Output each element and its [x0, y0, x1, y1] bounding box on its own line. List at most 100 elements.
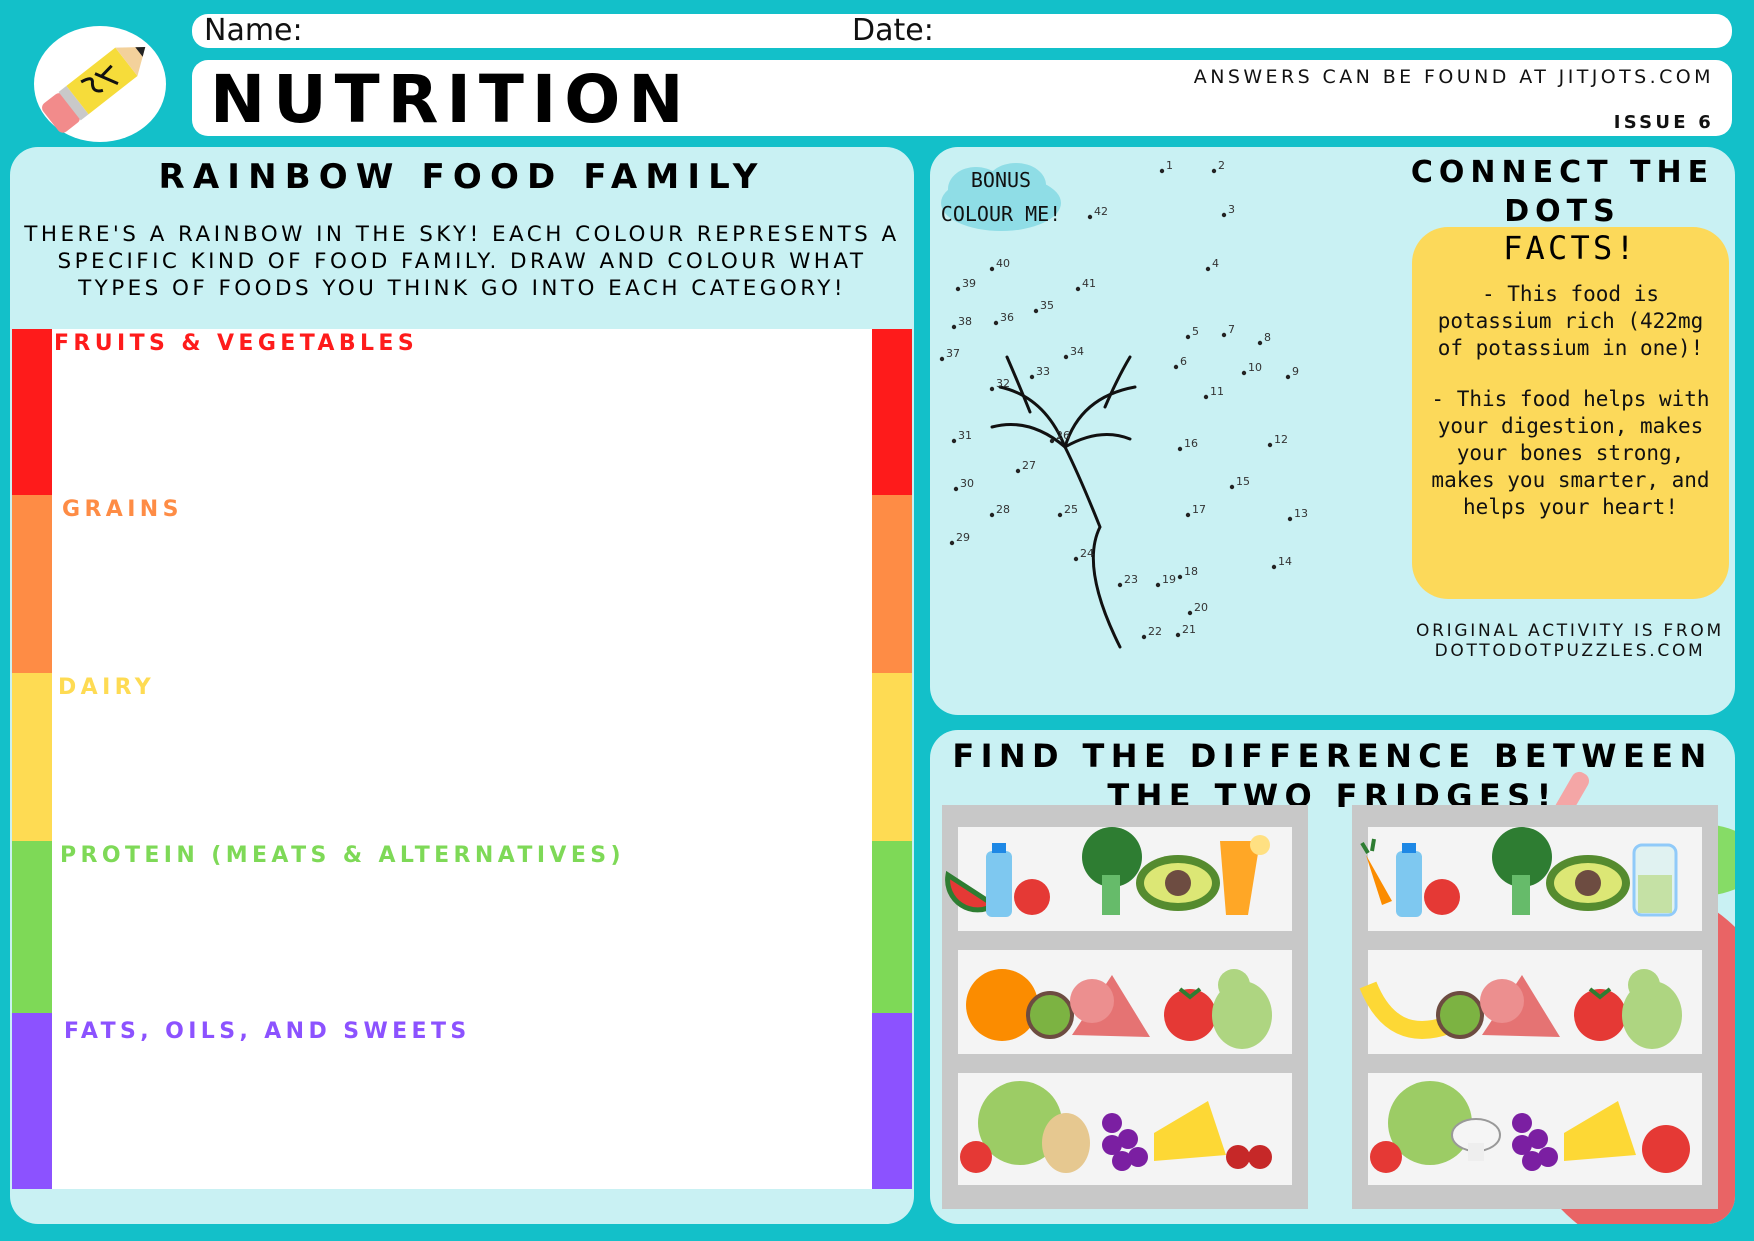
dot-17[interactable] — [1185, 512, 1191, 518]
dot-41[interactable] — [1075, 286, 1081, 292]
dot-number-17: 17 — [1192, 503, 1206, 516]
category-grains: GRAINS — [62, 497, 183, 522]
dot-23[interactable] — [1117, 582, 1123, 588]
dot-3[interactable] — [1221, 212, 1227, 218]
grains-band-right — [872, 495, 912, 673]
water-bottle-icon — [1396, 843, 1422, 917]
find-the-difference-panel: FIND THE DIFFERENCE BETWEEN THE TWO FRID… — [930, 730, 1735, 1224]
dot-19[interactable] — [1155, 582, 1161, 588]
dot-number-20: 20 — [1194, 601, 1208, 614]
banana-icon — [1359, 981, 1452, 1039]
grapes-icon — [1102, 1113, 1148, 1171]
dot-20[interactable] — [1187, 610, 1193, 616]
dot-40[interactable] — [989, 266, 995, 272]
dot-25[interactable] — [1057, 512, 1063, 518]
dot-36[interactable] — [993, 320, 999, 326]
dot-number-25: 25 — [1064, 503, 1078, 516]
dot-18[interactable] — [1177, 574, 1183, 580]
dot-number-14: 14 — [1278, 555, 1292, 568]
rainbow-description: THERE'S A RAINBOW IN THE SKY! EACH COLOU… — [24, 222, 900, 301]
dot-number-18: 18 — [1184, 565, 1198, 578]
facts-box: FACTS! - This food is potassium rich (42… — [1412, 227, 1729, 599]
dot-10[interactable] — [1241, 370, 1247, 376]
dot-1[interactable] — [1159, 168, 1165, 174]
fact-potassium: - This food is potassium rich (422mg of … — [1437, 282, 1704, 360]
dot-27[interactable] — [1015, 468, 1021, 474]
dot-16[interactable] — [1177, 446, 1183, 452]
connect-the-dots-panel: 1 2 3 4 5 6 7 8 9 10 11 12 13 14 15 16 17 18 19 20 21 22 23 24 2… — [930, 147, 1735, 715]
dot-37[interactable] — [939, 356, 945, 362]
dot-42[interactable] — [1087, 214, 1093, 220]
dot-39[interactable] — [955, 286, 961, 292]
strawberry-icon — [1424, 879, 1460, 915]
dot-24[interactable] — [1073, 556, 1079, 562]
title-bar: NUTRITION ANSWERS CAN BE FOUND AT JITJOT… — [192, 60, 1732, 138]
category-fats-oils-sweets: FATS, OILS, AND SWEETS — [64, 1019, 471, 1044]
dot-number-35: 35 — [1040, 299, 1054, 312]
dot-26[interactable] — [1049, 438, 1055, 444]
fridge-title: FIND THE DIFFERENCE BETWEEN THE TWO FRID… — [952, 737, 1713, 815]
dot-number-5: 5 — [1192, 325, 1199, 338]
dot-7[interactable] — [1221, 332, 1227, 338]
dot-number-22: 22 — [1148, 625, 1162, 638]
dot-22[interactable] — [1141, 634, 1147, 640]
dot-34[interactable] — [1063, 354, 1069, 360]
dot-number-23: 23 — [1124, 573, 1138, 586]
cherries-icon — [1226, 1145, 1272, 1169]
strawberry-icon — [960, 1141, 992, 1173]
dot-38[interactable] — [951, 324, 957, 330]
dot-8[interactable] — [1257, 340, 1263, 346]
name-date-bar: Name: Date: — [192, 14, 1732, 48]
dot-11[interactable] — [1203, 394, 1209, 400]
dot-31[interactable] — [951, 438, 957, 444]
dot-number-41: 41 — [1082, 277, 1096, 290]
dot-number-28: 28 — [996, 503, 1010, 516]
drawing-area[interactable] — [50, 329, 882, 1189]
fats-band-right — [872, 1013, 912, 1189]
dot-2[interactable] — [1211, 168, 1217, 174]
dot-number-2: 2 — [1218, 159, 1225, 172]
dot-number-32: 32 — [996, 377, 1010, 390]
broccoli-icon — [1492, 827, 1552, 915]
dot-number-16: 16 — [1184, 437, 1198, 450]
cheese-icon — [1154, 1101, 1226, 1161]
dot-4[interactable] — [1205, 266, 1211, 272]
dairy-band-left — [12, 673, 52, 841]
dot-number-10: 10 — [1248, 361, 1262, 374]
dot-number-29: 29 — [956, 531, 970, 544]
dot-number-38: 38 — [958, 315, 972, 328]
dot-number-12: 12 — [1274, 433, 1288, 446]
dot-12[interactable] — [1267, 442, 1273, 448]
dot-32[interactable] — [989, 386, 995, 392]
facts-title: FACTS! — [1503, 229, 1638, 267]
carrot-icon — [1360, 838, 1392, 905]
dot-9[interactable] — [1285, 374, 1291, 380]
dot-number-3: 3 — [1228, 203, 1235, 216]
palm-outline-icon — [990, 355, 1137, 649]
dot-35[interactable] — [1033, 308, 1039, 314]
dot-14[interactable] — [1271, 564, 1277, 570]
dot-33[interactable] — [1029, 374, 1035, 380]
ham-icon — [1480, 975, 1560, 1037]
dot-29[interactable] — [949, 540, 955, 546]
dot-28[interactable] — [989, 512, 995, 518]
category-protein: PROTEIN (MEATS & ALTERNATIVES) — [60, 843, 625, 868]
dot-15[interactable] — [1229, 484, 1235, 490]
mushroom-icon — [1451, 1118, 1501, 1161]
dot-6[interactable] — [1173, 364, 1179, 370]
pear-icon — [1622, 969, 1682, 1049]
tomato-icon — [1642, 1125, 1690, 1173]
dot-21[interactable] — [1175, 632, 1181, 638]
dot-5[interactable] — [1185, 334, 1191, 340]
answers-note: ANSWERS CAN BE FOUND AT JITJOTS.COM — [1193, 66, 1714, 88]
left-fridge-foods[interactable] — [942, 805, 1308, 1209]
dot-number-8: 8 — [1264, 331, 1271, 344]
kiwi-icon — [1436, 991, 1484, 1039]
broccoli-icon — [1082, 827, 1142, 915]
dot-13[interactable] — [1287, 516, 1293, 522]
protein-band-left — [12, 841, 52, 1013]
right-fridge-foods[interactable] — [1352, 805, 1718, 1209]
dot-30[interactable] — [953, 486, 959, 492]
pear-icon — [1212, 969, 1272, 1049]
dot-number-42: 42 — [1094, 205, 1108, 218]
